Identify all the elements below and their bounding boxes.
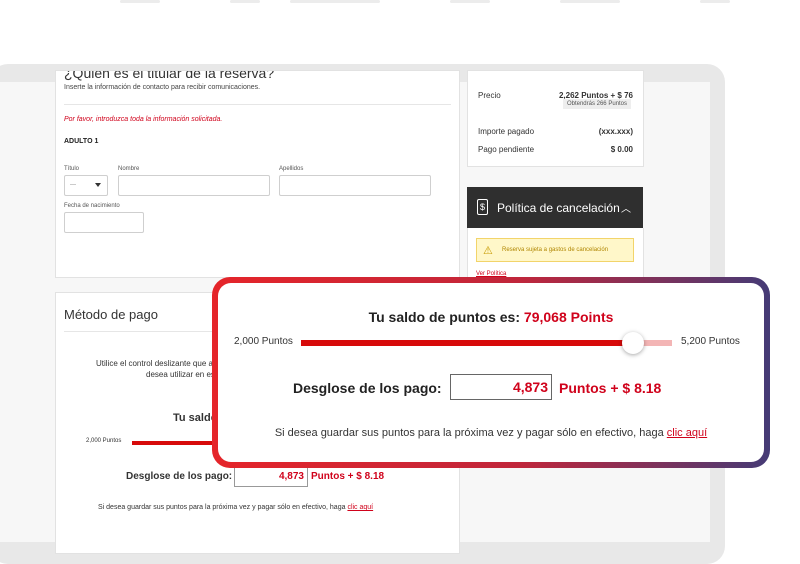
- birth-date-input[interactable]: [64, 212, 144, 233]
- pending-value: $ 0.00: [610, 145, 633, 154]
- breakdown-label: Desglose de los pago:: [293, 380, 442, 396]
- zoom-panel-inner: Tu saldo de puntos es: 79,068 Points 2,0…: [218, 283, 764, 462]
- points-input[interactable]: 4,873: [234, 467, 308, 487]
- points-slider-thumb[interactable]: [622, 332, 645, 354]
- payment-title: Método de pago: [64, 307, 158, 322]
- holder-title: ¿Quién es el titular de la reserva?: [64, 70, 275, 81]
- min-points-label: 2,000 Puntos: [86, 438, 122, 444]
- reservation-holder-card: ¿Quién es el titular de la reserva? Inse…: [55, 70, 460, 278]
- min-points-label: 2,000 Puntos: [234, 336, 293, 347]
- save-points-text: Si desea guardar sus puntos para la próx…: [218, 427, 764, 439]
- points-balance: Tu saldo de puntos es: 79,068 Points: [218, 309, 764, 325]
- points-suffix: Puntos + $ 8.18: [311, 471, 385, 482]
- adult-label: ADULTO 1: [64, 138, 99, 145]
- save-points-text: Si desea guardar sus puntos para la próx…: [98, 504, 373, 511]
- cancellation-policy-header[interactable]: $ Política de cancelación ︿: [467, 187, 643, 228]
- name-label: Nombre: [118, 166, 140, 172]
- title-label: Título: [64, 166, 80, 172]
- click-here-link[interactable]: clic aquí: [667, 427, 707, 439]
- paid-value: (xxx.xxx): [598, 127, 633, 136]
- divider: [64, 104, 451, 105]
- points-value: 4,873: [278, 471, 304, 482]
- balance-value: 79,068 Points: [523, 309, 614, 325]
- background-blur: [0, 0, 800, 6]
- surname-label: Apellidos: [279, 166, 304, 172]
- warning-icon: ⚠: [483, 245, 493, 257]
- slider-instructions-2: desea utilizar en esta: [146, 370, 222, 379]
- dollar-document-icon: $: [477, 199, 488, 215]
- pending-label: Pago pendiente: [478, 145, 535, 154]
- balance-label: Tu saldo de puntos es:: [368, 309, 521, 325]
- cancellation-policy-body: ⚠ Reserva sujeta a gastos de cancelación…: [467, 228, 644, 284]
- price-summary-card: Precio 2,262 Puntos + $ 76 Obtendrás 266…: [467, 70, 644, 167]
- holder-subtitle: Inserte la información de contacto para …: [64, 84, 261, 91]
- chevron-down-icon: [95, 183, 101, 187]
- points-slider-fill: [301, 340, 634, 346]
- error-message: Por favor, introduzca toda la informació…: [64, 116, 223, 123]
- title-select[interactable]: ---: [64, 175, 108, 196]
- click-here-link[interactable]: clic aquí: [347, 504, 373, 511]
- birth-date-label: Fecha de nacimiento: [64, 203, 120, 209]
- save-text: Si desea guardar sus puntos para la próx…: [274, 427, 664, 439]
- points-input[interactable]: 4,873: [450, 374, 552, 400]
- pending-row: Pago pendiente $ 0.00: [478, 145, 633, 154]
- surname-input[interactable]: [279, 175, 431, 196]
- title-select-value: ---: [70, 182, 76, 188]
- paid-label: Importe pagado: [478, 127, 535, 136]
- price-label: Precio: [478, 91, 501, 100]
- name-input[interactable]: [118, 175, 270, 196]
- slider-instructions: Utilice el control deslizante que ap: [96, 359, 218, 368]
- chevron-up-icon: ︿: [621, 204, 631, 215]
- paid-row: Importe pagado (xxx.xxx): [478, 127, 633, 136]
- breakdown-label: Desglose de los pago:: [126, 471, 233, 482]
- cancellation-warning: ⚠ Reserva sujeta a gastos de cancelación: [476, 238, 634, 262]
- max-points-label: 5,200 Puntos: [681, 336, 740, 347]
- save-text: Si desea guardar sus puntos para la próx…: [98, 504, 346, 511]
- cancellation-title: Política de cancelación: [497, 201, 620, 215]
- points-slider-zoom-panel: Tu saldo de puntos es: 79,068 Points 2,0…: [212, 277, 770, 468]
- earn-points-note: Obtendrás 266 Puntos: [562, 99, 631, 109]
- points-suffix: Puntos + $ 8.18: [559, 380, 662, 396]
- points-value: 4,873: [512, 379, 548, 395]
- points-slider-track[interactable]: [301, 332, 672, 354]
- warning-text: Reserva sujeta a gastos de cancelación: [502, 247, 609, 253]
